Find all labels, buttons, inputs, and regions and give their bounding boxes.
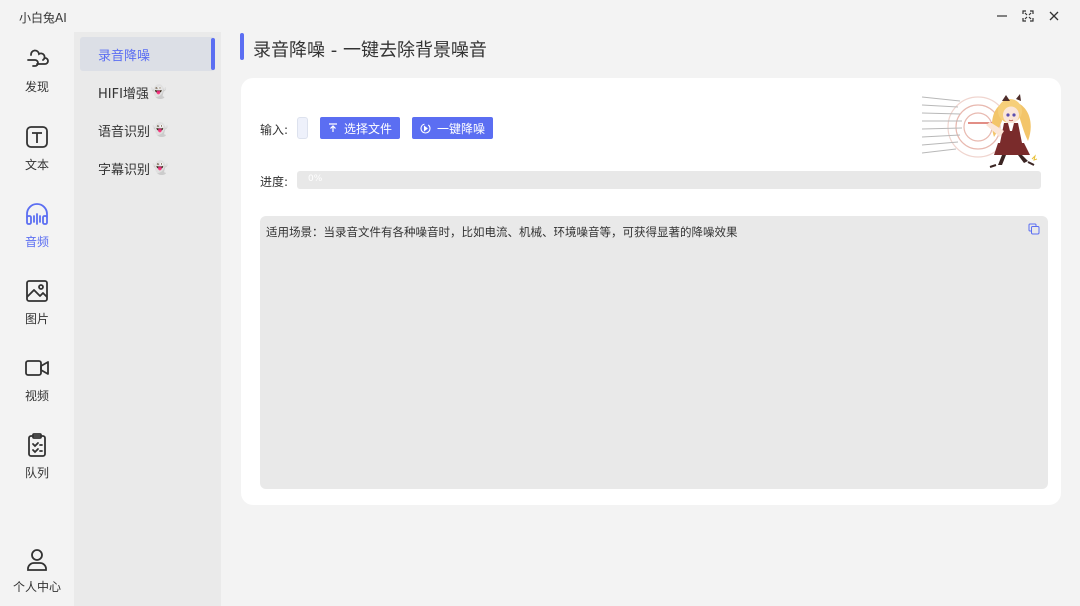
maximize-button[interactable] [1018,6,1038,26]
text-t-icon [24,124,50,150]
cloud-link-icon [24,46,50,72]
subnav-item-label: 语音识别 [98,121,150,140]
subnav-item-hifi[interactable]: HIFI增强 👻 [80,75,215,109]
nav-image-label: 图片 [25,310,49,327]
nav-text-label: 文本 [25,156,49,173]
nav-audio[interactable]: 音频 [0,201,74,265]
progress-bar: 0% [297,171,1041,189]
subnav-item-label: 字幕识别 [98,159,150,178]
copy-icon[interactable] [1028,223,1040,235]
denoise-button[interactable]: 一键降噪 [412,117,493,139]
title-accent-bar [240,33,244,60]
nav-text[interactable]: 文本 [0,124,74,188]
nav-image[interactable]: 图片 [0,278,74,342]
nav-discover-label: 发现 [25,78,49,95]
ghost-icon: 👻 [152,161,168,176]
select-file-label: 选择文件 [344,120,392,137]
clipboard-icon [24,432,50,458]
nav-discover[interactable]: 发现 [0,46,74,110]
title-bar: 小白兔AI [0,0,1080,32]
headphones-icon [24,201,50,227]
close-icon [1048,10,1060,22]
video-camera-icon [24,355,50,381]
subnav-item-subtitle-recognition[interactable]: 字幕识别 👻 [80,151,215,185]
nav-video[interactable]: 视频 [0,355,74,419]
nav-queue-label: 队列 [25,464,49,481]
user-icon [24,546,50,572]
nav-audio-label: 音频 [25,233,49,250]
file-input-field[interactable] [297,117,308,139]
nav-profile-label: 个人中心 [13,578,61,595]
denoise-card: 输入: 选择文件 一键降噪 [241,78,1061,505]
window-controls [992,6,1064,26]
page-title: 录音降噪 - 一键去除背景噪音 [253,36,487,62]
upload-arrow-icon [328,123,338,133]
subnav-item-label: 录音降噪 [98,45,150,64]
select-file-button[interactable]: 选择文件 [320,117,400,139]
nav-queue[interactable]: 队列 [0,432,74,496]
close-button[interactable] [1044,6,1064,26]
fullscreen-icon [1022,10,1034,22]
app-title: 小白兔AI [19,9,67,26]
progress-percent: 0% [308,174,322,184]
ghost-icon: 👻 [152,123,168,138]
subnav-item-label: HIFI增强 [98,83,149,102]
subnav-item-speech-recognition[interactable]: 语音识别 👻 [80,113,215,147]
minimize-button[interactable] [992,6,1012,26]
description-panel: 适用场景：当录音文件有各种噪音时，比如电流、机械、环境噪音等，可获得显著的降噪效… [260,216,1048,489]
description-text: 适用场景：当录音文件有各种噪音时，比如电流、机械、环境噪音等，可获得显著的降噪效… [266,224,738,240]
play-circle-icon [420,123,431,134]
progress-label: 进度: [260,173,288,190]
anime-girl-illustration [920,85,1041,169]
input-label: 输入: [260,121,288,138]
main-nav-rail: 发现 文本 音频 图片 [0,32,74,606]
denoise-label: 一键降噪 [437,120,485,137]
subnav-item-denoise[interactable]: 录音降噪 [80,37,215,71]
nav-profile[interactable]: 个人中心 [0,546,74,606]
minimize-icon [996,10,1008,22]
nav-video-label: 视频 [25,387,49,404]
image-icon [24,278,50,304]
ghost-icon: 👻 [151,85,167,100]
audio-subnav: 录音降噪 HIFI增强 👻 语音识别 👻 字幕识别 👻 [74,32,221,606]
